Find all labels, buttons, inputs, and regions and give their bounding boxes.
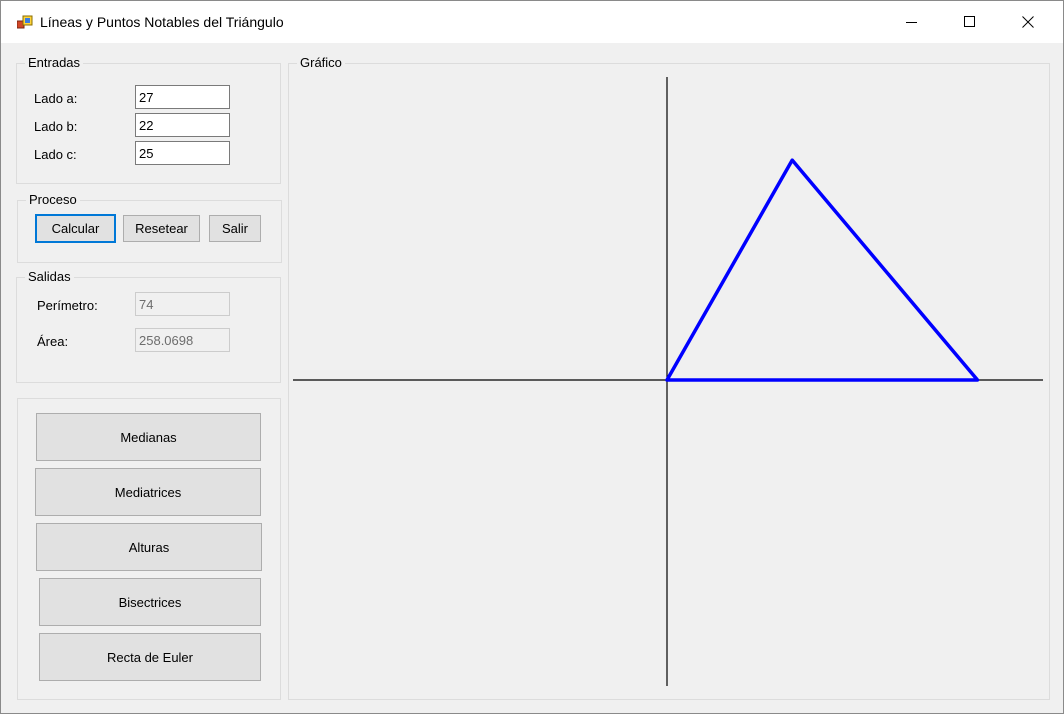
calcular-button[interactable]: Calcular — [35, 214, 116, 243]
lado-b-input[interactable] — [135, 113, 230, 137]
app-window: Líneas y Puntos Notables del Triángulo E… — [0, 0, 1064, 714]
triangle-plot — [293, 77, 1043, 686]
window-title: Líneas y Puntos Notables del Triángulo — [40, 14, 284, 30]
lado-a-label: Lado a: — [34, 91, 78, 106]
salidas-group-label: Salidas — [25, 269, 74, 285]
area-label: Área: — [37, 334, 69, 349]
entradas-group-label: Entradas — [25, 55, 84, 71]
minimize-button[interactable] — [883, 1, 941, 43]
resetear-button[interactable]: Resetear — [123, 215, 200, 242]
bisectrices-button[interactable]: Bisectrices — [39, 578, 261, 626]
close-button[interactable] — [999, 1, 1057, 43]
grafico-group: Gráfico — [288, 55, 1050, 700]
mediatrices-button[interactable]: Mediatrices — [35, 468, 261, 516]
lado-c-label: Lado c: — [34, 147, 77, 162]
minimize-icon — [906, 22, 917, 23]
lado-a-input[interactable] — [135, 85, 230, 109]
area-output — [135, 328, 230, 352]
perimetro-output — [135, 292, 230, 316]
alturas-button[interactable]: Alturas — [36, 523, 262, 571]
triangle-shape — [665, 158, 980, 382]
maximize-icon — [964, 16, 975, 27]
lado-c-input[interactable] — [135, 141, 230, 165]
proceso-group-label: Proceso — [26, 192, 80, 208]
title-bar[interactable]: Líneas y Puntos Notables del Triángulo — [1, 1, 1063, 43]
lado-b-label: Lado b: — [34, 119, 78, 134]
recta-euler-button[interactable]: Recta de Euler — [39, 633, 261, 681]
salir-button[interactable]: Salir — [209, 215, 261, 242]
medianas-button[interactable]: Medianas — [36, 413, 261, 461]
app-icon — [17, 15, 33, 29]
close-icon — [1022, 16, 1034, 28]
maximize-button[interactable] — [941, 1, 999, 43]
perimetro-label: Perímetro: — [37, 298, 98, 313]
